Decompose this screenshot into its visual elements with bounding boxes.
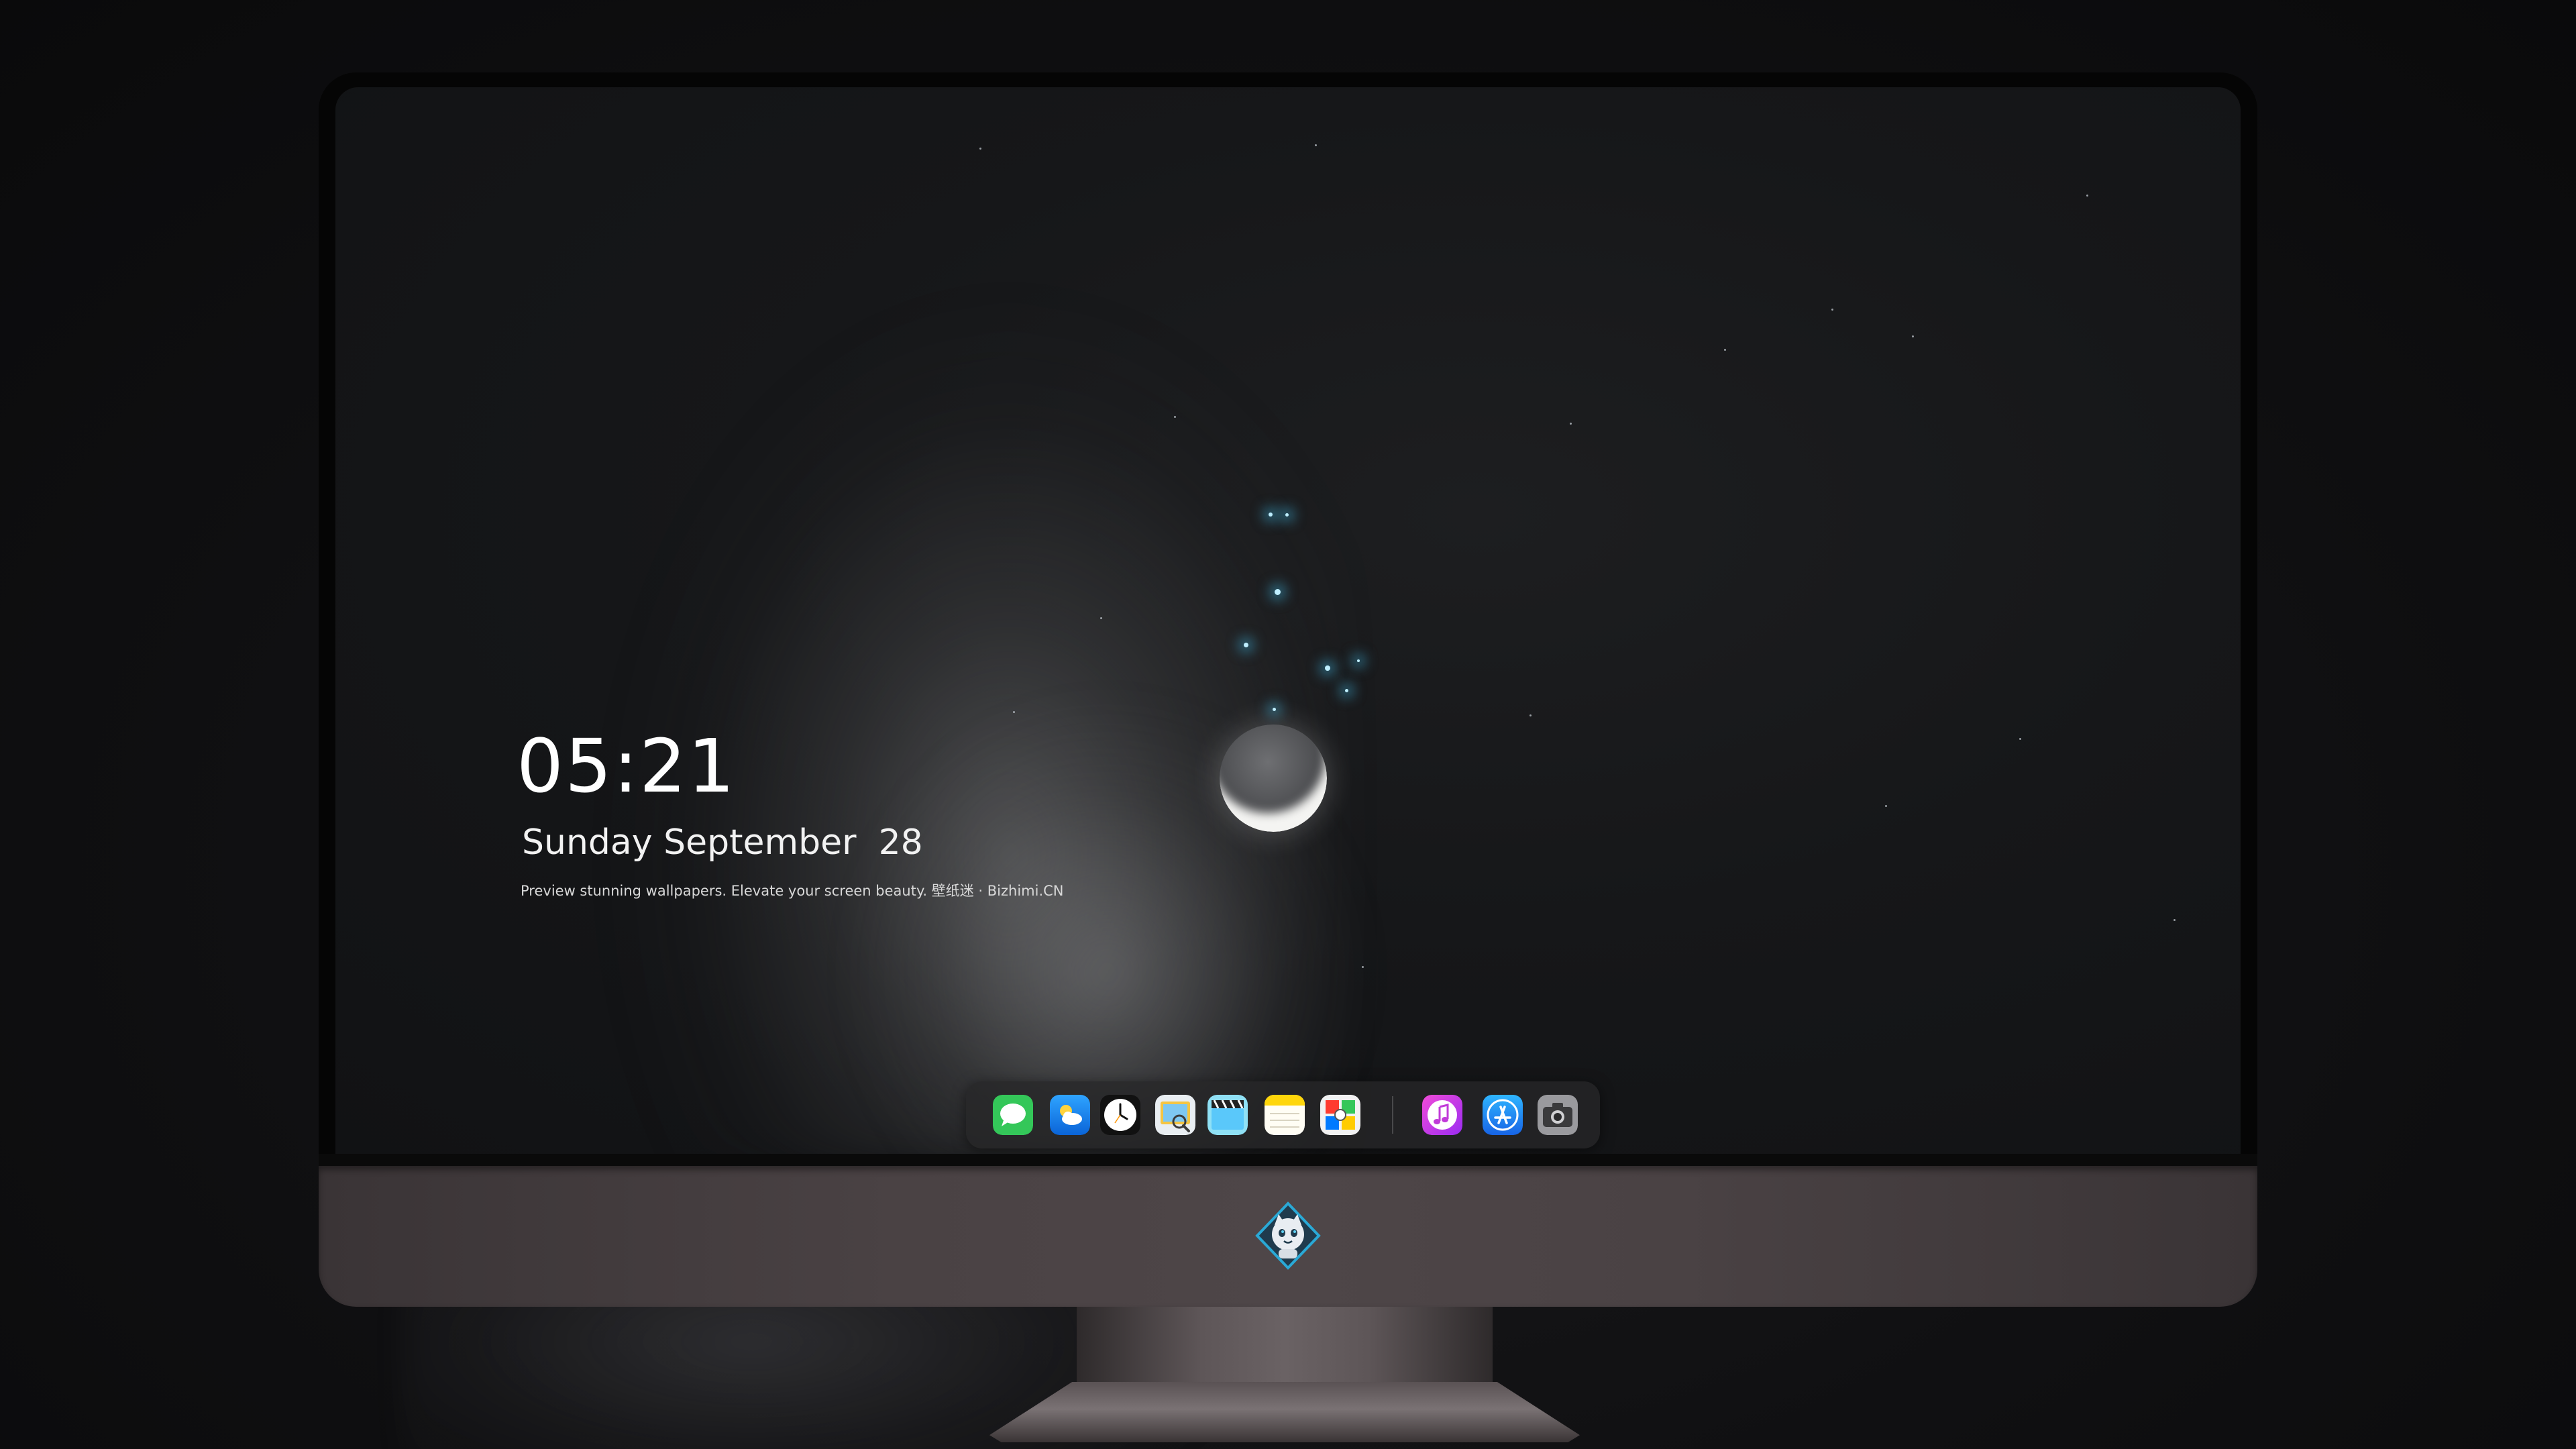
cluster-star (1269, 513, 1273, 517)
cluster-star (1345, 689, 1348, 692)
wallpaper-star (1013, 711, 1015, 713)
moon-crescent (1220, 724, 1327, 832)
monitor-stand-base (989, 1382, 1580, 1442)
cluster-star (1273, 708, 1276, 711)
lockscreen-date: Sunday September 28 (522, 822, 923, 863)
photo-booth-icon[interactable] (1320, 1095, 1360, 1135)
wallpaper-star (979, 148, 981, 150)
wallpaper-star (2174, 919, 2176, 921)
cluster-star (1244, 643, 1248, 647)
cluster-star (1325, 665, 1330, 671)
clock-icon[interactable] (1100, 1095, 1140, 1135)
wallpaper-star (1174, 416, 1176, 418)
wallpaper-star (1885, 805, 1887, 807)
monitor-chin-edge (319, 1154, 2257, 1167)
wallpaper-star (1362, 966, 1364, 968)
notes-icon[interactable] (1265, 1095, 1305, 1135)
lockscreen-clock: 05:21 (517, 723, 737, 809)
wallpaper-star (1570, 423, 1572, 425)
cluster-star (1275, 589, 1281, 595)
dock-divider (1392, 1096, 1393, 1134)
app-store-icon[interactable] (1483, 1095, 1523, 1135)
monitor-screen: 05:21 Sunday September 28 Preview stunni… (335, 87, 2241, 1154)
moon (1220, 724, 1327, 832)
weather-icon[interactable] (1050, 1095, 1090, 1135)
clips-icon[interactable] (1208, 1095, 1248, 1135)
lockscreen-tagline: Preview stunning wallpapers. Elevate you… (521, 883, 1064, 899)
wallpaper-star (1315, 144, 1317, 146)
wallpaper-star (1724, 349, 1726, 351)
wallpaper-star (1529, 714, 1532, 716)
monitor-stand-neck (1077, 1307, 1493, 1387)
music-icon[interactable] (1422, 1095, 1462, 1135)
preview-icon[interactable] (1155, 1095, 1195, 1135)
mascot-logo-icon (1253, 1201, 1323, 1271)
camera-icon[interactable] (1538, 1095, 1578, 1135)
background-stage: 05:21 Sunday September 28 Preview stunni… (0, 0, 2576, 1449)
wallpaper-star (1831, 309, 1833, 311)
wallpaper-star (2019, 738, 2021, 740)
messages-icon[interactable] (993, 1095, 1033, 1135)
dock (966, 1081, 1600, 1148)
wallpaper-star (1100, 617, 1102, 619)
wallpaper-star (2086, 195, 2088, 197)
cluster-star (1285, 513, 1289, 517)
cluster-star (1357, 659, 1360, 662)
wallpaper-star (1912, 335, 1914, 337)
